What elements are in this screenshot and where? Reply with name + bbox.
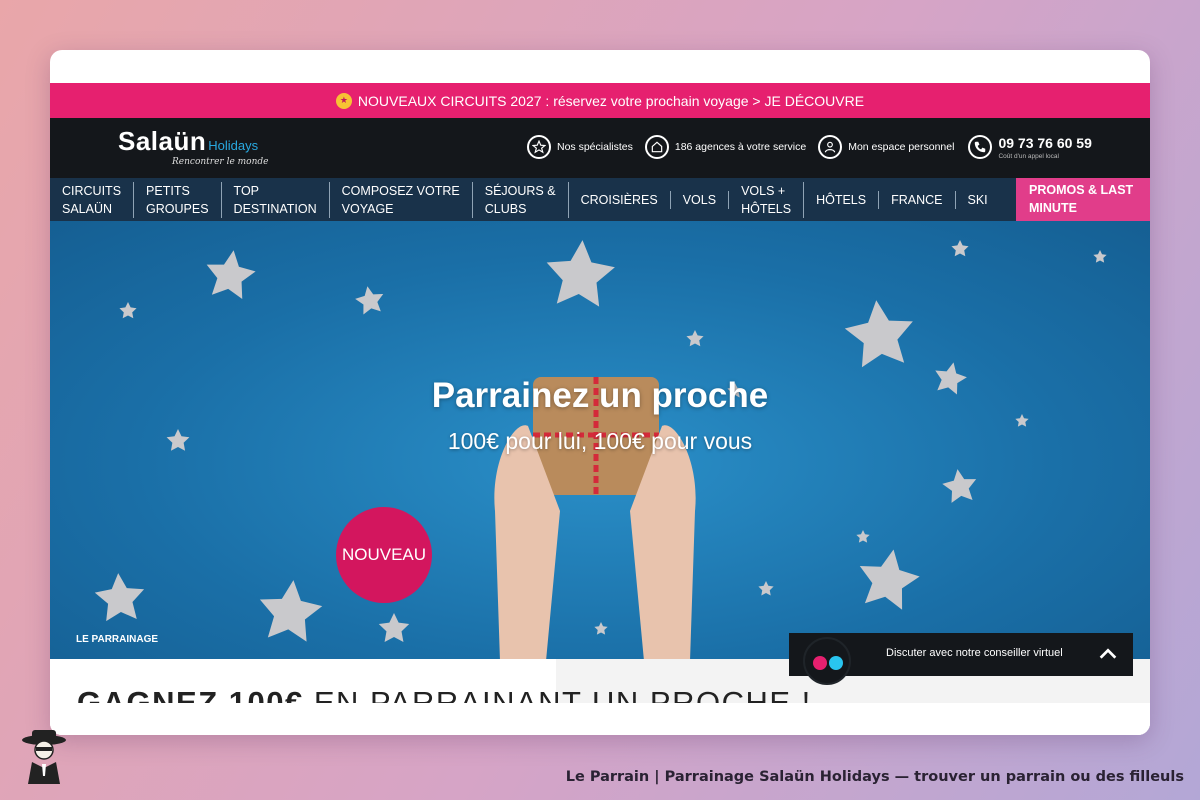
- phone-number[interactable]: 09 73 76 60 59: [998, 135, 1091, 151]
- phone-note: Coût d'un appel local: [998, 152, 1059, 160]
- agencies-link[interactable]: 186 agences à votre service: [644, 135, 807, 159]
- nav-item-ski[interactable]: SKI: [956, 191, 1000, 209]
- chat-avatar: [803, 637, 851, 685]
- logo-sub: Holidays: [208, 138, 259, 153]
- virtual-advisor-chat[interactable]: Discuter avec notre conseiller virtuel: [789, 633, 1133, 685]
- nav-item-petits-groupes[interactable]: PETITS GROUPES: [134, 181, 222, 218]
- hero-title: Parrainez un proche: [431, 376, 769, 415]
- user-icon: [818, 135, 843, 159]
- le-parrain-mascot-icon: [22, 730, 66, 784]
- nav-item-croisieres[interactable]: CROISIÈRES: [569, 190, 671, 209]
- promo-banner-text[interactable]: NOUVEAUX CIRCUITS 2027 : réservez votre …: [358, 93, 864, 109]
- new-badge: NOUVEAU: [336, 507, 432, 603]
- promo-banner[interactable]: ★ NOUVEAUX CIRCUITS 2027 : réservez votr…: [50, 83, 1150, 118]
- chat-label: Discuter avec notre conseiller virtuel: [886, 647, 1063, 659]
- chevron-up-icon[interactable]: [1097, 643, 1119, 665]
- nav-item-vols[interactable]: VOLS: [671, 190, 730, 209]
- breadcrumb[interactable]: LE PARRAINAGE: [76, 634, 158, 645]
- nav-item-sejours[interactable]: SÉJOURS & CLUBS: [473, 181, 569, 218]
- specialists-label: Nos spécialistes: [557, 141, 633, 153]
- star-struck-emoji-icon: ★: [335, 92, 352, 109]
- logo-tagline: Rencontrer le monde: [172, 157, 269, 167]
- header-links: Nos spécialistes 186 agences à votre ser…: [527, 131, 1092, 163]
- browser-frame: ★ NOUVEAUX CIRCUITS 2027 : réservez votr…: [50, 50, 1150, 735]
- nav-item-vols-hotels[interactable]: VOLS + HÔTELS: [729, 181, 805, 218]
- main-nav: CIRCUITS SALAÜN PETITS GROUPES TOP DESTINAT…: [50, 178, 1150, 221]
- nav-item-promos[interactable]: PROMOS & LAST MINUTE: [1016, 178, 1150, 221]
- nav-item-composez[interactable]: COMPOSEZ VOTRE VOYAGE: [330, 181, 473, 218]
- account-label: Mon espace personnel: [848, 141, 955, 153]
- logo-main: Salaün: [118, 126, 207, 156]
- nav-item-circuits[interactable]: CIRCUITS SALAÜN: [50, 181, 135, 218]
- nav-item-top-destination[interactable]: TOP DESTINATION: [222, 181, 330, 218]
- hero-subtitle: 100€ pour lui, 100€ pour vous: [447, 428, 753, 454]
- footer-caption: Le Parrain | Parrainage Salaün Holidays …: [565, 769, 1184, 785]
- phone-icon: [968, 135, 993, 159]
- section-fade: [50, 703, 1150, 735]
- star-icon: [527, 135, 551, 159]
- phone-contact[interactable]: 09 73 76 60 59 Coût d'un appel local: [968, 135, 1092, 160]
- specialists-link[interactable]: Nos spécialistes: [527, 135, 633, 159]
- nav-item-france[interactable]: FRANCE: [879, 190, 956, 209]
- site-header: Salaün Holidays Rencontrer le monde Nos s…: [50, 118, 1150, 178]
- hero-banner: Parrainez un proche 100€ pour lui, 100€ …: [50, 221, 1150, 659]
- account-link[interactable]: Mon espace personnel: [818, 135, 954, 159]
- agencies-label: 186 agences à votre service: [674, 141, 807, 153]
- agency-location-icon: [644, 135, 669, 159]
- nav-item-hotels[interactable]: HÔTELS: [804, 190, 880, 209]
- salaun-logo[interactable]: Salaün Holidays Rencontrer le monde: [118, 126, 268, 167]
